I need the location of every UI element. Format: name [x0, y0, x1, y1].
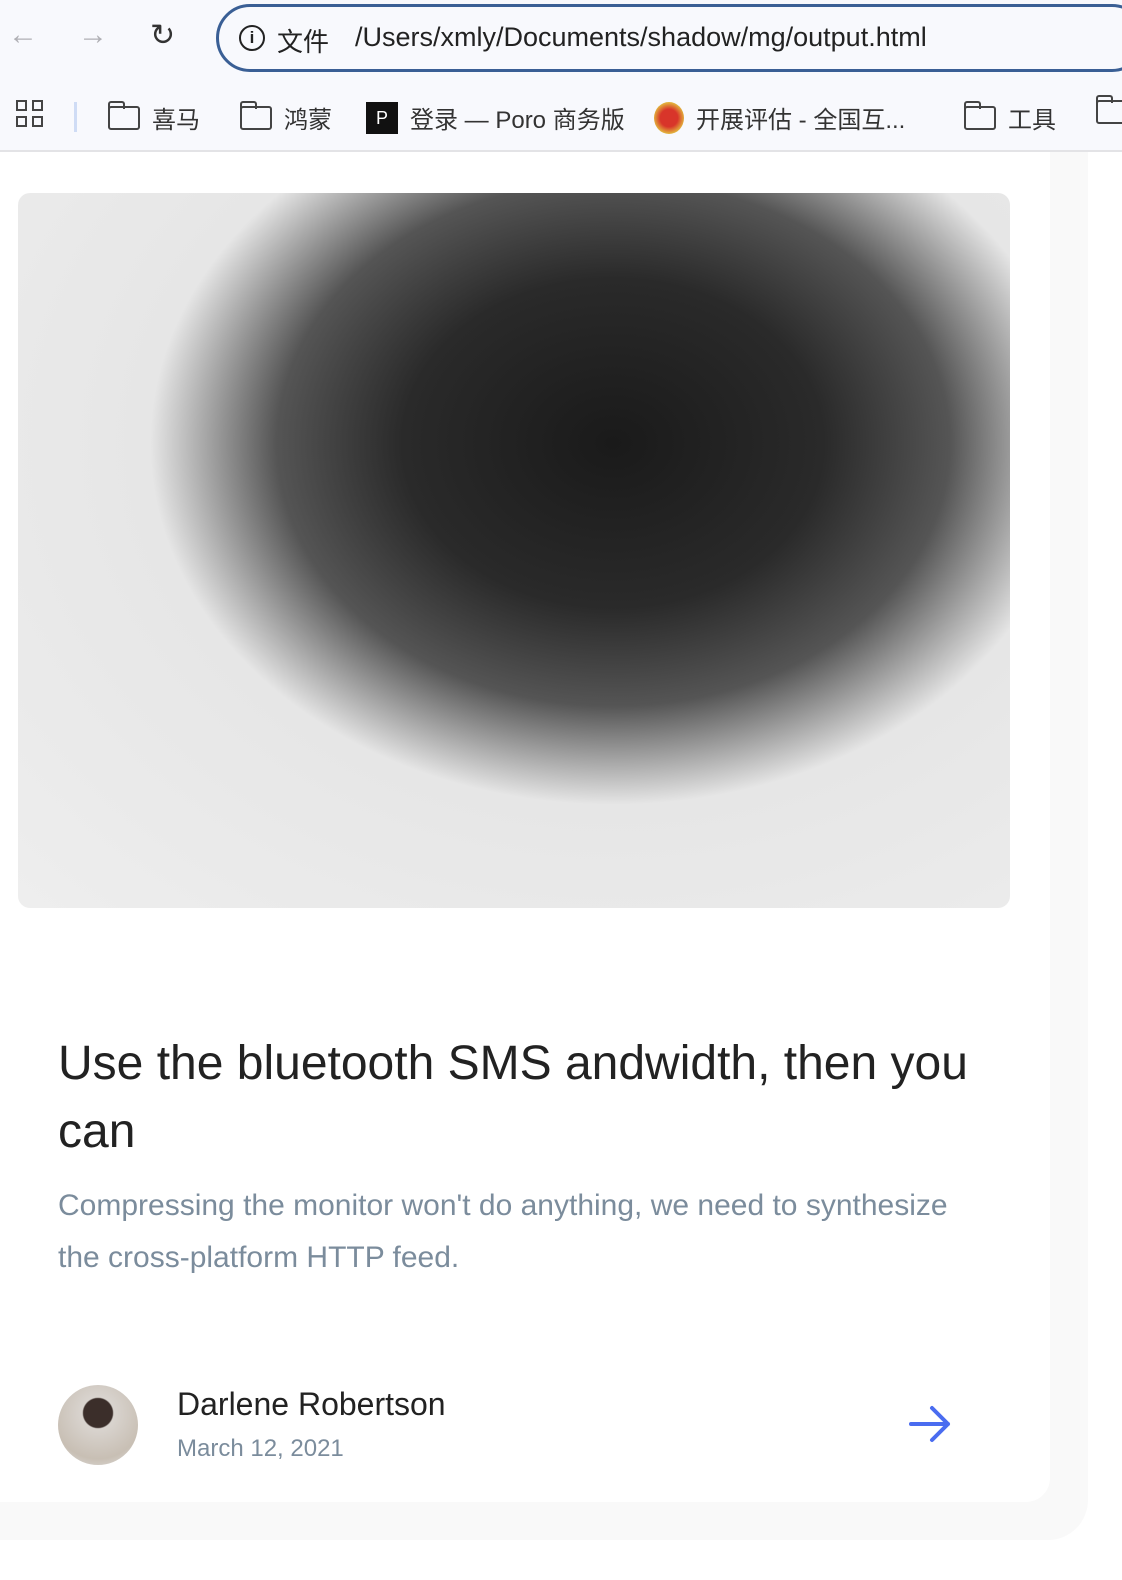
arrow-right-icon[interactable]	[908, 1404, 954, 1444]
folder-icon	[108, 100, 140, 130]
bookmark-assessment[interactable]: 开展评估 - 全国互...	[654, 100, 905, 135]
folder-icon	[1096, 95, 1122, 124]
card-description: Compressing the monitor won't do anythin…	[58, 1189, 948, 1274]
poro-logo-icon: P	[366, 101, 398, 134]
url-text[interactable]: /Users/xmly/Documents/shadow/mg/output.h…	[355, 22, 927, 53]
forward-button[interactable]: →	[78, 18, 108, 52]
author-avatar	[58, 1385, 138, 1465]
emblem-icon	[654, 101, 684, 134]
bookmark-label: 开展评估 - 全国互...	[696, 107, 906, 134]
apps-button[interactable]	[16, 100, 43, 127]
bookmark-label: 工具	[1008, 107, 1056, 134]
hero-image	[18, 193, 1010, 908]
reload-button[interactable]: ↻	[150, 18, 175, 53]
back-button[interactable]: ←	[8, 18, 38, 52]
card-title[interactable]: Use the bluetooth SMS andwidth, then you…	[58, 1030, 998, 1166]
info-icon[interactable]: i	[239, 25, 265, 51]
folder-icon	[240, 100, 272, 130]
browser-toolbar: ← → ↻ i 文件 /Users/xmly/Documents/shadow/…	[0, 0, 1122, 152]
bookmark-hongmeng[interactable]: 鸿蒙	[240, 100, 332, 135]
bookmark-poro[interactable]: P 登录 — Poro 商务版	[366, 100, 625, 135]
apps-grid-icon	[16, 100, 43, 127]
bookmark-label: 喜马	[152, 107, 200, 134]
divider	[74, 102, 77, 132]
bookmark-ximalaya[interactable]: 喜马	[108, 100, 200, 135]
bookmark-tools[interactable]: 工具	[964, 100, 1056, 135]
bookmark-overflow[interactable]	[1096, 95, 1122, 124]
address-bar[interactable]: i 文件 /Users/xmly/Documents/shadow/mg/out…	[216, 4, 1122, 72]
post-date: March 12, 2021	[177, 1435, 344, 1462]
author-name: Darlene Robertson	[177, 1386, 446, 1422]
bookmark-label: 鸿蒙	[284, 107, 332, 134]
address-label: 文件	[277, 27, 330, 57]
folder-icon	[964, 100, 996, 130]
bookmark-label: 登录 — Poro 商务版	[410, 107, 625, 134]
